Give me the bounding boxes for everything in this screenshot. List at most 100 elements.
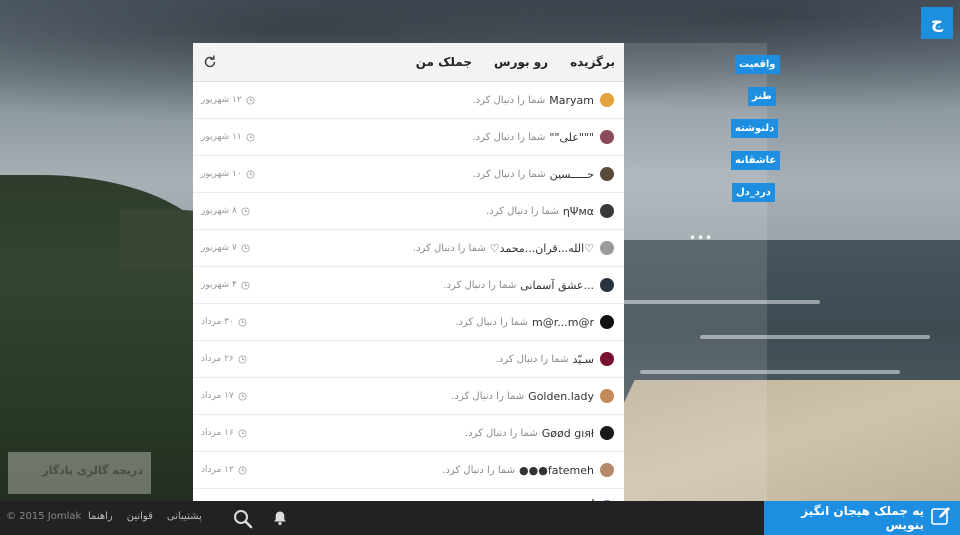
- tag-item[interactable]: عاشقانه: [731, 151, 781, 170]
- follower-name[interactable]: ηΨмα: [563, 205, 594, 218]
- notification-row[interactable]: ...عشق آسمانی شما را دنبال کرد. ۴ شهریور: [193, 267, 624, 304]
- clock-icon: [246, 95, 255, 105]
- follower-name[interactable]: m@r...m@r: [532, 316, 594, 329]
- tag-item[interactable]: دلنوشته: [731, 119, 779, 138]
- timestamp: ۱۷ مرداد: [201, 378, 247, 414]
- timestamp-text: ۱۲ شهریور: [201, 95, 242, 105]
- follow-action-text: شما را دنبال کرد.: [412, 242, 486, 254]
- card-header: برگزیده رو بورس جملک من: [193, 43, 624, 82]
- follow-action-text: شما را دنبال کرد.: [472, 131, 546, 143]
- refresh-icon[interactable]: [202, 54, 218, 70]
- avatar[interactable]: [600, 167, 614, 181]
- notifications-card: برگزیده رو بورس جملک من Maryam شما را دنب…: [193, 43, 624, 501]
- follower-name[interactable]: """علی"": [549, 131, 594, 144]
- timestamp: ۱۱ مرداد: [201, 489, 247, 501]
- tag-item[interactable]: طنز: [748, 87, 776, 106]
- notification-row[interactable]: ηΨмα شما را دنبال کرد. ۸ شهریور: [193, 193, 624, 230]
- timestamp: ۲۶ مرداد: [201, 341, 247, 377]
- footer-link-rules[interactable]: قوانین: [127, 511, 153, 522]
- follower-name[interactable]: سـیّد: [572, 353, 594, 366]
- timestamp-text: ۸ شهریور: [201, 206, 237, 216]
- footer-link-help[interactable]: راهنما: [88, 511, 113, 522]
- notification-row[interactable]: fatemeh●●● شما را دنبال کرد. ۱۲ مرداد: [193, 452, 624, 489]
- clock-icon: [246, 169, 255, 179]
- follow-action-text: شما را دنبال کرد.: [442, 464, 516, 476]
- timestamp-text: ۷ شهریور: [201, 243, 237, 253]
- bell-icon[interactable]: [272, 510, 288, 526]
- tag-item[interactable]: واقعیت: [735, 55, 780, 74]
- clock-icon: [238, 317, 247, 327]
- more-dots-button[interactable]: •••: [689, 231, 713, 245]
- follower-name[interactable]: fatemeh●●●: [519, 464, 594, 477]
- follow-action-text: شما را دنبال کرد.: [451, 390, 525, 402]
- tab-my-jomlak[interactable]: جملک من: [416, 55, 472, 69]
- timestamp: ۴ شهریور: [201, 267, 250, 303]
- clock-icon: [238, 391, 247, 401]
- notification-row[interactable]: سـیّد شما را دنبال کرد. ۲۶ مرداد: [193, 341, 624, 378]
- write-jomlak-button[interactable]: یه جملک هیجان انگیز بنویس: [764, 501, 960, 535]
- follower-name[interactable]: Golden.lady: [528, 390, 594, 403]
- notification-row[interactable]: Golden.lady شما را دنبال کرد. ۱۷ مرداد: [193, 378, 624, 415]
- notification-row[interactable]: Gøød gıяł شما را دنبال کرد. ۱۶ مرداد: [193, 415, 624, 452]
- avatar[interactable]: [600, 426, 614, 440]
- follower-name[interactable]: ♡الله...قران...محمد♡: [490, 242, 594, 255]
- tab-bar: برگزیده رو بورس جملک من: [416, 43, 615, 81]
- timestamp-text: ۱۶ مرداد: [201, 428, 234, 438]
- notification-row[interactable]: """علی"" شما را دنبال کرد. ۱۱ شهریور: [193, 119, 624, 156]
- clock-icon: [238, 354, 247, 364]
- follow-action-text: شما را دنبال کرد.: [472, 168, 546, 180]
- avatar[interactable]: [600, 241, 614, 255]
- timestamp: ۸ شهریور: [201, 193, 250, 229]
- avatar[interactable]: [600, 278, 614, 292]
- follower-name[interactable]: ...عشق آسمانی: [520, 279, 594, 292]
- watermark-text: دریچه گالری یادگار: [42, 464, 143, 477]
- avatar[interactable]: [600, 352, 614, 366]
- copyright: © 2015 Jomlak: [6, 511, 82, 522]
- clock-icon: [241, 206, 250, 216]
- avatar[interactable]: [600, 130, 614, 144]
- follower-name[interactable]: Maryam: [549, 94, 594, 107]
- timestamp: ۱۱ شهریور: [201, 119, 255, 155]
- follow-action-text: شما را دنبال کرد.: [455, 316, 529, 328]
- logo-button[interactable]: ج: [921, 7, 953, 39]
- notification-row[interactable]: ♡الله...قران...محمد♡ شما را دنبال کرد. ۷ ش…: [193, 230, 624, 267]
- follower-name[interactable]: Gøød gıяł: [542, 427, 594, 440]
- clock-icon: [241, 280, 250, 290]
- timestamp-text: ۱۱ شهریور: [201, 132, 242, 142]
- timestamp-text: ۱۷ مرداد: [201, 391, 234, 401]
- footer-link-support[interactable]: پشتیبانی: [167, 511, 202, 522]
- tags-panel: [624, 43, 767, 501]
- clock-icon: [246, 132, 255, 142]
- follow-action-text: شما را دنبال کرد.: [485, 205, 559, 217]
- timestamp: ۳۰ مرداد: [201, 304, 247, 340]
- notification-list: Maryam شما را دنبال کرد. ۱۲ شهریور """علی""…: [193, 82, 624, 501]
- timestamp-text: ۳۰ مرداد: [201, 317, 234, 327]
- search-icon[interactable]: [233, 509, 253, 529]
- follow-action-text: شما را دنبال کرد.: [464, 427, 538, 439]
- tab-trending[interactable]: رو بورس: [494, 55, 548, 69]
- timestamp: ۷ شهریور: [201, 230, 250, 266]
- write-button-label: یه جملک هیجان انگیز بنویس: [801, 504, 924, 532]
- tab-featured[interactable]: برگزیده: [570, 55, 615, 69]
- timestamp-text: ۱۲ مرداد: [201, 465, 234, 475]
- avatar[interactable]: [600, 204, 614, 218]
- avatar[interactable]: [600, 315, 614, 329]
- timestamp-text: ۱۰ شهریور: [201, 169, 242, 179]
- footer-links: پشتیبانی قوانین راهنما: [88, 511, 202, 522]
- tag-item[interactable]: درد_دل: [732, 183, 775, 202]
- avatar[interactable]: [600, 463, 614, 477]
- clock-icon: [238, 428, 247, 438]
- avatar[interactable]: [600, 389, 614, 403]
- notification-row[interactable]: اُسکارشما را دنبال کرد.۱۱ مرداد: [193, 489, 624, 501]
- clock-icon: [241, 243, 250, 253]
- follow-action-text: شما را دنبال کرد.: [495, 353, 569, 365]
- clock-icon: [238, 465, 247, 475]
- follower-name[interactable]: حـــــسین: [550, 168, 594, 181]
- notification-row[interactable]: حـــــسین شما را دنبال کرد. ۱۰ شهریور: [193, 156, 624, 193]
- notification-row[interactable]: m@r...m@r شما را دنبال کرد. ۳۰ مرداد: [193, 304, 624, 341]
- timestamp-text: ۴ شهریور: [201, 280, 237, 290]
- notification-row[interactable]: Maryam شما را دنبال کرد. ۱۲ شهریور: [193, 82, 624, 119]
- avatar[interactable]: [600, 93, 614, 107]
- timestamp: ۱۲ شهریور: [201, 82, 255, 118]
- timestamp: ۱۶ مرداد: [201, 415, 247, 451]
